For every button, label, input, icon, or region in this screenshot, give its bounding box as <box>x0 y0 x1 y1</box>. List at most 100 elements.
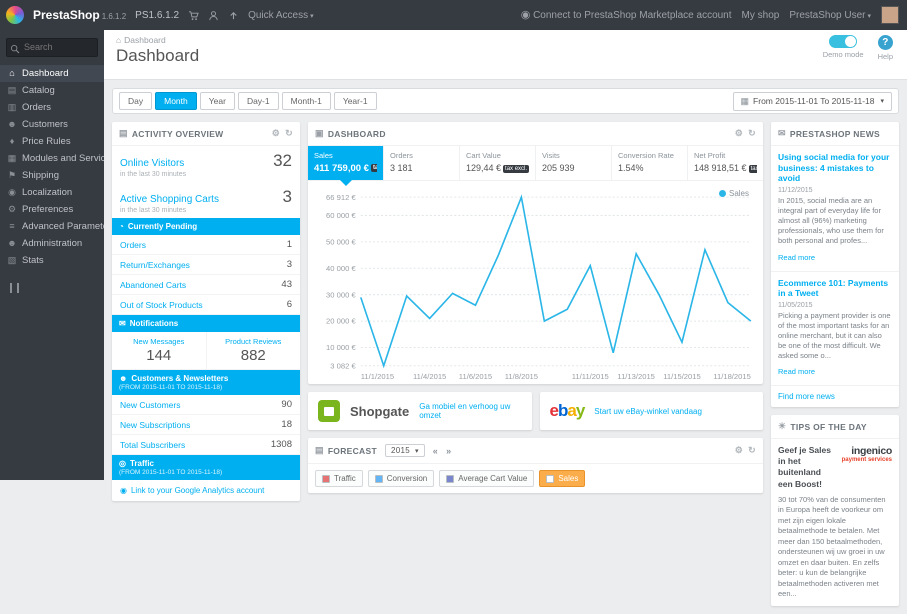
collapse-sidebar-button[interactable] <box>10 283 19 293</box>
checkbox-icon <box>546 475 554 483</box>
sidebar-item-localization[interactable]: ◉Localization <box>0 184 104 201</box>
sidebar-item-advanced-parameters[interactable]: ≡Advanced Parameters <box>0 218 104 235</box>
kpi-conversion-rate[interactable]: Conversion Rate 1.54% <box>611 146 687 180</box>
gear-icon[interactable]: ⚙ <box>735 129 743 138</box>
article-title-link[interactable]: Ecommerce 101: Payments in a Tweet <box>778 278 892 299</box>
abandoned-carts-link[interactable]: Abandoned Carts <box>120 280 186 290</box>
notifications-row: New Messages 144 Product Reviews 882 <box>112 332 300 370</box>
promo-row: Shopgate Ga mobiel en verhoog uw omzet e… <box>308 392 763 430</box>
sidebar-item-preferences[interactable]: ⚙Preferences <box>0 201 104 218</box>
modules-icon: ▦ <box>7 153 17 164</box>
refresh-icon[interactable]: ↻ <box>748 446 756 455</box>
day-1-button[interactable]: Day-1 <box>238 92 279 110</box>
new-messages[interactable]: New Messages 144 <box>112 332 206 369</box>
sidebar-search <box>6 37 98 57</box>
brand: PrestaShop1.6.1.2 <box>33 8 126 22</box>
upload-icon[interactable] <box>228 10 239 21</box>
day-button[interactable]: Day <box>119 92 152 110</box>
sidebar-item-orders[interactable]: ▥Orders <box>0 99 104 116</box>
sidebar-item-price-rules[interactable]: ♦Price Rules <box>0 133 104 150</box>
shopgate-promo: Shopgate Ga mobiel en verhoog uw omzet <box>308 392 532 430</box>
year-select[interactable]: 2015▾ <box>385 444 425 457</box>
kpi-sales[interactable]: Sales 411 759,00 €tax excl. <box>308 146 383 180</box>
conversion-toggle[interactable]: Conversion <box>368 470 434 487</box>
previous-year-button[interactable]: « <box>433 446 438 456</box>
kpi-value-text: 129,44 € <box>466 163 501 173</box>
sidebar-item-administration[interactable]: ☻Administration <box>0 235 104 252</box>
sidebar-item-modules[interactable]: ▦ Modules and Services <box>0 150 104 167</box>
sidebar-item-catalog[interactable]: ▤Catalog <box>0 82 104 99</box>
brand-version: 1.6.1.2 <box>102 12 126 21</box>
find-more-news-link[interactable]: Find more news <box>771 386 899 407</box>
returns-link[interactable]: Return/Exchanges <box>120 260 190 270</box>
shopgate-link[interactable]: Ga mobiel en verhoog uw omzet <box>419 402 521 420</box>
home-icon: ⌂ <box>7 68 17 78</box>
my-shop-link[interactable]: My shop <box>742 10 780 21</box>
year-value: 2015 <box>391 446 410 455</box>
svg-text:40 000 €: 40 000 € <box>326 264 356 273</box>
news-icon: ✉ <box>778 128 786 139</box>
ingenico-logo: ingenico payment services <box>842 445 892 463</box>
brand-name: PrestaShop <box>33 8 100 22</box>
dashboard-panel: ▣ DASHBOARD ⚙ ↻ Sales 411 759,00 €tax ex… <box>308 122 763 384</box>
svg-text:11/8/2015: 11/8/2015 <box>505 372 538 381</box>
ebay-letter: y <box>576 401 584 420</box>
next-year-button[interactable]: » <box>446 446 451 456</box>
search-icon <box>10 41 20 59</box>
orders-icon: ▥ <box>7 102 17 113</box>
year-1-button[interactable]: Year-1 <box>334 92 377 110</box>
notifications-header: ✉ Notifications <box>112 315 300 332</box>
new-subscriptions-link[interactable]: New Subscriptions <box>120 420 190 430</box>
user-menu[interactable]: PrestaShop User▾ <box>789 10 871 21</box>
gear-icon[interactable]: ⚙ <box>272 129 280 138</box>
marketplace-link[interactable]: ◉ Connect to PrestaShop Marketplace acco… <box>521 10 732 21</box>
orders-link[interactable]: Orders <box>120 240 146 250</box>
google-analytics-link[interactable]: ◉ Link to your Google Analytics account <box>112 480 300 501</box>
sales-toggle[interactable]: Sales <box>539 470 585 487</box>
help-icon[interactable]: ? <box>878 35 893 50</box>
kpi-cart-value[interactable]: Cart Value 129,44 €tax excl. <box>459 146 535 180</box>
help-control: ? Help <box>878 35 893 61</box>
new-subscriptions-row: New Subscriptions 18 <box>112 415 300 435</box>
out-of-stock-link[interactable]: Out of Stock Products <box>120 300 203 310</box>
sidebar-item-dashboard[interactable]: ⌂Dashboard <box>0 65 104 82</box>
kpi-net-profit[interactable]: Net Profit 148 918,51 €tax excl. <box>687 146 763 180</box>
refresh-icon[interactable]: ↻ <box>748 129 756 138</box>
ebay-link[interactable]: Start uw eBay-winkel vandaag <box>594 407 702 416</box>
new-subscriptions-value: 18 <box>281 419 292 430</box>
cart-icon[interactable] <box>188 10 199 21</box>
demo-mode-toggle[interactable] <box>829 35 857 48</box>
average-cart-value-toggle[interactable]: Average Cart Value <box>439 470 534 487</box>
new-customers-link[interactable]: New Customers <box>120 400 180 410</box>
sidebar-item-customers[interactable]: ☻Customers <box>0 116 104 133</box>
new-messages-value: 144 <box>114 347 204 364</box>
tips-icon: ☀ <box>778 421 786 432</box>
month-1-button[interactable]: Month-1 <box>282 92 331 110</box>
read-more-link[interactable]: Read more <box>778 367 815 376</box>
quick-access-menu[interactable]: Quick Access▾ <box>248 10 314 21</box>
product-reviews[interactable]: Product Reviews 882 <box>206 332 301 369</box>
avatar[interactable] <box>881 6 899 24</box>
gear-icon[interactable]: ⚙ <box>735 446 743 455</box>
read-more-link[interactable]: Read more <box>778 253 815 262</box>
sidebar-item-label: Modules and Services <box>22 153 104 164</box>
chart-legend[interactable]: Sales <box>719 189 749 198</box>
kpi-orders[interactable]: Orders 3 181 <box>383 146 459 180</box>
kpi-visits[interactable]: Visits 205 939 <box>535 146 611 180</box>
user-icon[interactable] <box>208 10 219 21</box>
marketplace-label: Connect to PrestaShop Marketplace accoun… <box>533 10 731 21</box>
traffic-toggle[interactable]: Traffic <box>315 470 363 487</box>
online-visitors-link[interactable]: Online Visitors <box>120 158 184 169</box>
sidebar-item-shipping[interactable]: ⚑Shipping <box>0 167 104 184</box>
panel-title: TIPS OF THE DAY <box>790 422 866 432</box>
year-button[interactable]: Year <box>200 92 235 110</box>
article-title-link[interactable]: Using social media for your business: 4 … <box>778 152 892 184</box>
active-carts-link[interactable]: Active Shopping Carts <box>120 194 219 205</box>
date-range-picker[interactable]: ▦ From 2015-11-01 To 2015-11-18 ▾ <box>733 92 892 111</box>
refresh-icon[interactable]: ↻ <box>285 129 293 138</box>
sidebar-item-label: Customers <box>22 119 68 130</box>
month-button[interactable]: Month <box>155 92 197 110</box>
sidebar-item-stats[interactable]: ▧Stats <box>0 252 104 269</box>
shop-name: PS1.6.1.2 <box>135 10 179 21</box>
total-subscribers-link[interactable]: Total Subscribers <box>120 440 185 450</box>
